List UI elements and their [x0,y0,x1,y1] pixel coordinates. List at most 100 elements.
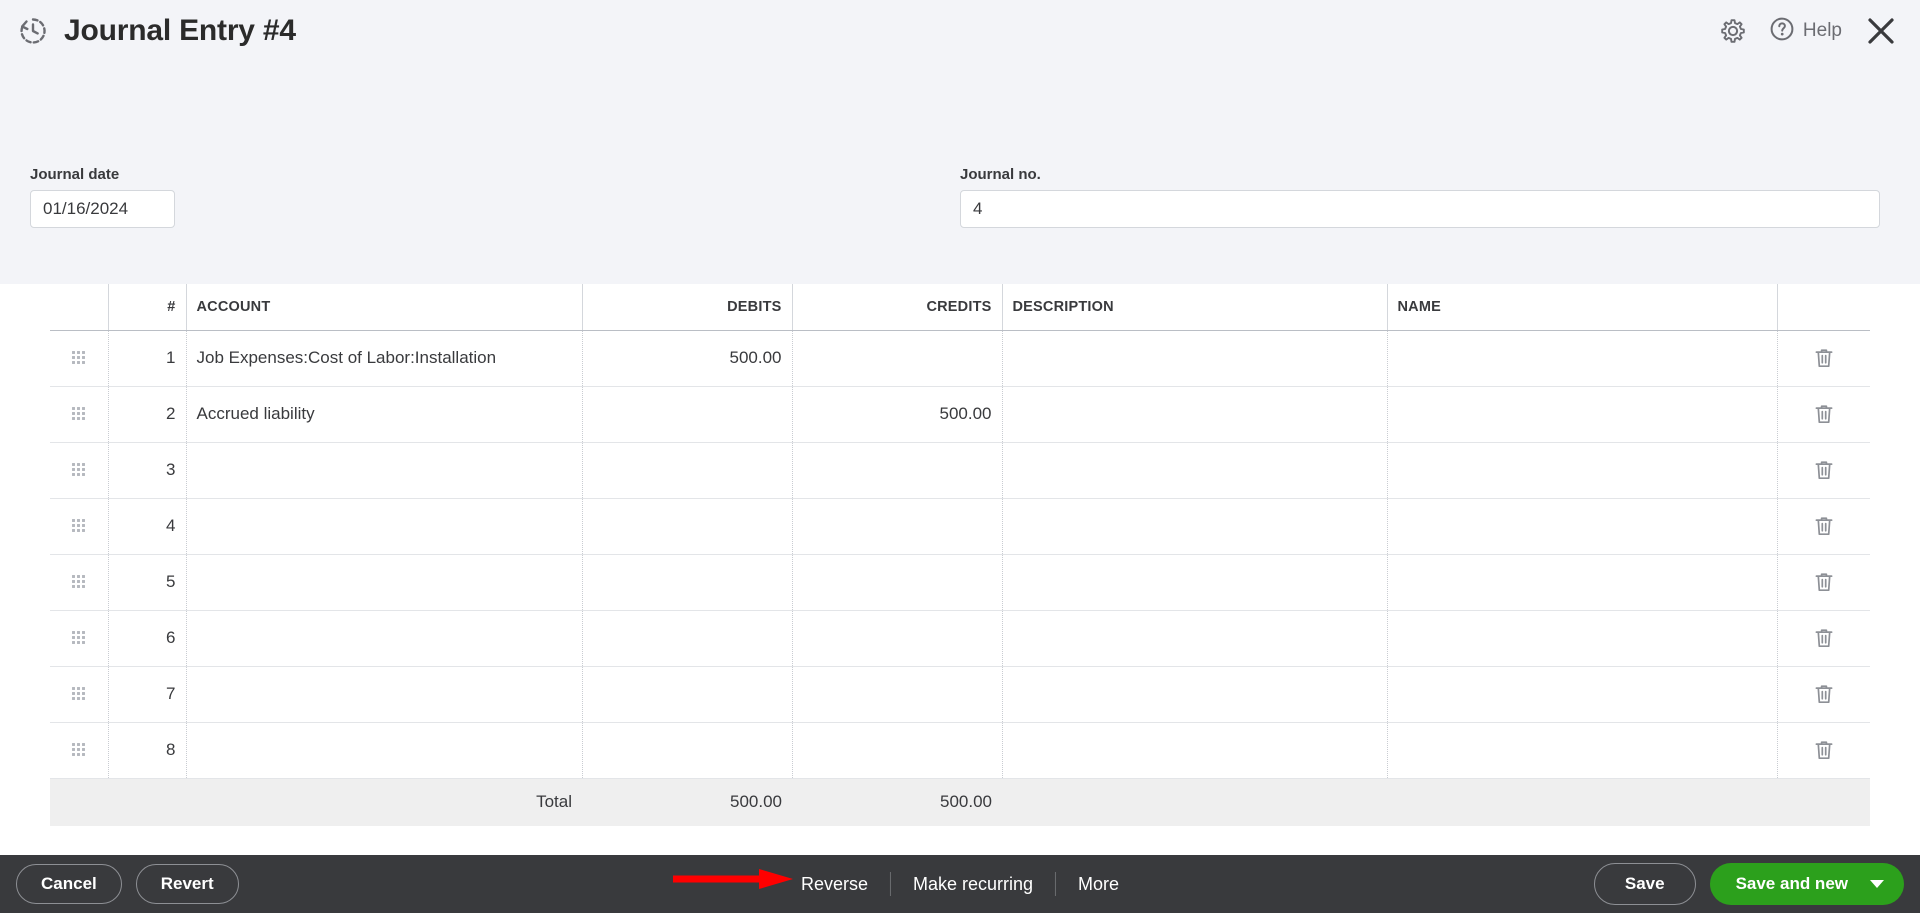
row-debits[interactable] [581,386,792,443]
drag-handle-icon[interactable] [71,687,86,701]
row-account[interactable] [185,554,582,611]
row-name[interactable] [1386,386,1777,443]
trash-icon[interactable] [1812,737,1836,763]
column-header-description[interactable]: DESCRIPTION [1001,284,1387,331]
footer-right-group: Save Save and new [1593,855,1904,913]
row-account[interactable] [185,442,582,499]
column-header-credits[interactable]: CREDITS [791,284,1002,331]
row-credits[interactable]: 500.00 [791,386,1002,443]
journal-lines-table: # ACCOUNT DEBITS CREDITS DESCRIPTION NAM… [50,284,1870,826]
drag-handle-icon[interactable] [71,407,86,421]
row-credits[interactable] [791,442,1002,499]
drag-handle-icon[interactable] [71,463,86,477]
trash-icon[interactable] [1812,345,1836,371]
trash-icon[interactable] [1812,681,1836,707]
row-name[interactable] [1386,722,1777,779]
table-row: 4 [50,498,1870,555]
total-spacer-num [108,778,186,826]
row-name[interactable] [1386,442,1777,499]
gear-icon[interactable] [1715,13,1751,49]
row-number: 7 [107,666,186,723]
row-name[interactable] [1386,330,1777,387]
journal-form-area: Journal date Journal no. [0,62,1920,284]
journal-no-input[interactable] [960,190,1880,228]
row-account[interactable] [185,666,582,723]
row-drag-handle-cell [50,442,108,499]
table-row: 8 [50,722,1870,779]
journal-date-label: Journal date [30,166,120,183]
table-row: 1 Job Expenses:Cost of Labor:Installation… [50,330,1870,387]
drag-handle-icon[interactable] [71,631,86,645]
column-header-name[interactable]: NAME [1386,284,1777,331]
reverse-button[interactable]: Reverse [779,872,891,896]
row-debits[interactable]: 500.00 [581,330,792,387]
row-drag-handle-cell [50,666,108,723]
row-account[interactable] [185,610,582,667]
row-delete-cell [1776,442,1870,499]
drag-handle-icon[interactable] [71,519,86,533]
trash-icon[interactable] [1812,625,1836,651]
cancel-button[interactable]: Cancel [16,864,122,904]
column-header-debits[interactable]: DEBITS [581,284,792,331]
row-credits[interactable] [791,722,1002,779]
journal-date-input[interactable] [30,190,175,228]
table-row: 2 Accrued liability 500.00 [50,386,1870,443]
row-account[interactable]: Accrued liability [185,386,582,443]
row-debits[interactable] [581,498,792,555]
row-number: 2 [107,386,186,443]
row-debits[interactable] [581,610,792,667]
close-x-icon[interactable] [1860,10,1902,52]
row-credits[interactable] [791,554,1002,611]
save-and-new-button[interactable]: Save and new [1709,863,1904,905]
row-delete-cell [1776,610,1870,667]
row-credits[interactable] [791,666,1002,723]
drag-handle-icon[interactable] [71,351,86,365]
row-name[interactable] [1386,498,1777,555]
row-account[interactable]: Job Expenses:Cost of Labor:Installation [185,330,582,387]
row-description[interactable] [1001,554,1387,611]
row-account[interactable] [185,722,582,779]
row-name[interactable] [1386,610,1777,667]
drag-handle-icon[interactable] [71,575,86,589]
more-button[interactable]: More [1056,872,1141,896]
row-debits[interactable] [581,722,792,779]
table-row: 5 [50,554,1870,611]
row-number: 4 [107,498,186,555]
row-drag-handle-cell [50,386,108,443]
row-name[interactable] [1386,554,1777,611]
drag-handle-icon[interactable] [71,743,86,757]
row-credits[interactable] [791,498,1002,555]
row-delete-cell [1776,722,1870,779]
caret-down-icon[interactable] [1870,880,1884,888]
row-name[interactable] [1386,666,1777,723]
column-header-account[interactable]: ACCOUNT [185,284,582,331]
make-recurring-button[interactable]: Make recurring [891,872,1057,896]
revert-button[interactable]: Revert [135,864,239,904]
row-debits[interactable] [581,666,792,723]
trash-icon[interactable] [1812,513,1836,539]
row-debits[interactable] [581,554,792,611]
row-number: 3 [107,442,186,499]
total-spacer-handle [50,778,108,826]
row-description[interactable] [1001,386,1387,443]
row-debits[interactable] [581,442,792,499]
row-description[interactable] [1001,722,1387,779]
column-header-num[interactable]: # [107,284,186,331]
trash-icon[interactable] [1812,457,1836,483]
trash-icon[interactable] [1812,401,1836,427]
row-number: 6 [107,610,186,667]
trash-icon[interactable] [1812,569,1836,595]
history-clock-icon[interactable] [16,14,50,48]
row-delete-cell [1776,386,1870,443]
row-description[interactable] [1001,666,1387,723]
save-button[interactable]: Save [1593,863,1696,905]
row-description[interactable] [1001,610,1387,667]
row-credits[interactable] [791,330,1002,387]
row-description[interactable] [1001,498,1387,555]
row-description[interactable] [1001,330,1387,387]
row-account[interactable] [185,498,582,555]
journal-lines-area: # ACCOUNT DEBITS CREDITS DESCRIPTION NAM… [0,284,1920,860]
help-button[interactable]: Help [1769,16,1842,47]
row-credits[interactable] [791,610,1002,667]
row-description[interactable] [1001,442,1387,499]
